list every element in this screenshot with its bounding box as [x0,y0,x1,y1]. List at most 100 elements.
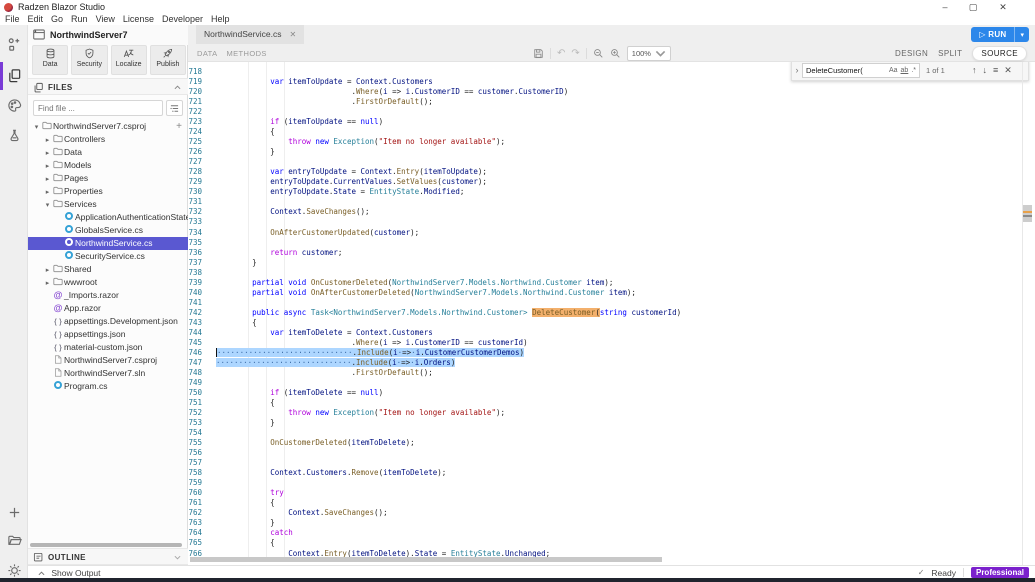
code-line[interactable]: 726 } [188,147,1035,157]
code-line[interactable]: 742 public async Task<NorthwindServer7.M… [188,308,1035,318]
code-line[interactable]: 723 if (itemToUpdate == null) [188,117,1035,127]
code-line[interactable]: 746······························.Includ… [188,348,1035,358]
minimize-button[interactable]: – [933,1,957,13]
line-number[interactable]: 746 [188,348,216,358]
line-number[interactable]: 738 [188,268,216,278]
code-line[interactable]: 755 OnCustomerDeleted(itemToDelete); [188,438,1035,448]
code-line[interactable]: 732 Context.SaveChanges(); [188,207,1035,217]
line-number[interactable]: 724 [188,127,216,137]
line-number[interactable]: 740 [188,288,216,298]
find-file-input[interactable] [33,100,163,116]
line-number[interactable]: 762 [188,508,216,518]
line-number[interactable]: 737 [188,258,216,268]
editor-tab-data[interactable]: DATA [197,49,218,58]
theme-palette-icon[interactable] [7,98,22,113]
code-line[interactable]: 752 throw new Exception("Item no longer … [188,408,1035,418]
code-line[interactable]: 745 .Where(i => i.CustomerID == customer… [188,338,1035,348]
tree-item-appsettings-development-json[interactable]: { }appsettings.Development.json [28,315,188,328]
chevron-up-icon[interactable] [174,85,181,90]
line-number[interactable]: 749 [188,378,216,388]
line-number[interactable]: 728 [188,167,216,177]
chevron-down-icon[interactable]: ▾ [32,121,41,133]
add-file-icon[interactable]: + [176,120,182,133]
line-number[interactable]: 761 [188,498,216,508]
code-line[interactable]: 763 } [188,518,1035,528]
tree-item-northwindserver7-sln[interactable]: NorthwindServer7.sln [28,367,188,380]
tree-item-northwindserver7-csproj[interactable]: ▾NorthwindServer7.csproj+ [28,120,188,133]
files-horizontal-scrollbar[interactable] [30,543,182,547]
code-line[interactable]: 739 partial void OnCustomerDeleted(North… [188,278,1035,288]
regex-icon[interactable]: .* [911,67,916,74]
chevron-right-icon[interactable]: ▸ [43,147,52,159]
vertical-scrollbar-thumb[interactable] [1023,205,1032,222]
line-number[interactable]: 736 [188,248,216,258]
code-line[interactable]: 765 { [188,538,1035,548]
close-button[interactable]: ✕ [991,1,1015,13]
line-number[interactable]: 752 [188,408,216,418]
menu-item-edit[interactable]: Edit [28,14,44,24]
tree-filter-button[interactable] [166,100,183,116]
tree-item-pages[interactable]: ▸Pages [28,172,188,185]
line-number[interactable]: 757 [188,458,216,468]
tab-northwindservice[interactable]: NorthwindService.cs✕ [196,25,304,44]
find-previous-icon[interactable]: ↑ [972,65,977,75]
menu-item-help[interactable]: Help [211,14,230,24]
line-number[interactable]: 722 [188,107,216,117]
run-button[interactable]: ▷ RUN [971,27,1015,42]
tree-item-services[interactable]: ▾Services [28,198,188,211]
chevron-right-icon[interactable]: ▸ [43,160,52,172]
code-line[interactable]: 740 partial void OnAfterCustomerDeleted(… [188,288,1035,298]
code-line[interactable]: 724 { [188,127,1035,137]
code-line[interactable]: 764 catch [188,528,1035,538]
code-line[interactable]: 759 [188,478,1035,488]
code-line[interactable]: 743 { [188,318,1035,328]
code-line[interactable]: 736 return customer; [188,248,1035,258]
line-number[interactable]: 723 [188,117,216,127]
objects-icon[interactable] [7,37,22,52]
code-editor[interactable]: 718719 var itemToUpdate = Context.Custom… [188,62,1035,565]
code-line[interactable]: 756 [188,448,1035,458]
line-number[interactable]: 760 [188,488,216,498]
line-number[interactable]: 755 [188,438,216,448]
tree-item-globalsservice-cs[interactable]: GlobalsService.cs [28,224,188,237]
edition-badge[interactable]: Professional [971,567,1029,578]
menu-item-view[interactable]: View [96,14,115,24]
find-next-icon[interactable]: ↓ [983,65,988,75]
whole-word-icon[interactable]: ab [901,67,909,74]
line-number[interactable]: 743 [188,318,216,328]
code-line[interactable]: 747······························.Includ… [188,358,1035,368]
code-line[interactable]: 729 entryToUpdate.CurrentValues.SetValue… [188,177,1035,187]
tree-item-material-custom-json[interactable]: { }material-custom.json [28,341,188,354]
view-tab-split[interactable]: SPLIT [938,49,962,58]
project-header[interactable]: NorthwindServer7 [28,25,188,45]
line-number[interactable]: 731 [188,197,216,207]
run-dropdown-chevron-icon[interactable]: ▾ [1015,31,1029,39]
code-line[interactable]: 738 [188,268,1035,278]
files-panel-header[interactable]: FILES [28,78,188,95]
code-line[interactable]: 730 entryToUpdate.State = EntityState.Mo… [188,187,1035,197]
tree-item-program-cs[interactable]: Program.cs [28,380,188,393]
code-line[interactable]: 753 } [188,418,1035,428]
tree-item-securityservice-cs[interactable]: SecurityService.cs [28,250,188,263]
line-number[interactable]: 735 [188,238,216,248]
line-number[interactable]: 756 [188,448,216,458]
line-number[interactable]: 764 [188,528,216,538]
line-number[interactable]: 718 [188,67,216,77]
tree-item-controllers[interactable]: ▸Controllers [28,133,188,146]
tree-item-wwwroot[interactable]: ▸wwwroot [28,276,188,289]
code-line[interactable]: 734 OnAfterCustomerUpdated(customer); [188,228,1035,238]
code-line[interactable]: 720 .Where(i => i.CustomerID == customer… [188,87,1035,97]
tree-item-northwindserver7-csproj[interactable]: NorthwindServer7.csproj [28,354,188,367]
code-line[interactable]: 728 var entryToUpdate = Context.Entry(it… [188,167,1035,177]
tree-item-properties[interactable]: ▸Properties [28,185,188,198]
tree-item-app-razor[interactable]: @App.razor [28,302,188,315]
code-line[interactable]: 758 Context.Customers.Remove(itemToDelet… [188,468,1035,478]
menu-item-run[interactable]: Run [71,14,88,24]
line-number[interactable]: 742 [188,308,216,318]
tree-item-imports-razor[interactable]: @_Imports.razor [28,289,188,302]
code-line[interactable]: 760 try [188,488,1035,498]
code-line[interactable]: 761 { [188,498,1035,508]
line-number[interactable]: 754 [188,428,216,438]
tree-item-data[interactable]: ▸Data [28,146,188,159]
code-line[interactable]: 744 var itemToDelete = Context.Customers [188,328,1035,338]
